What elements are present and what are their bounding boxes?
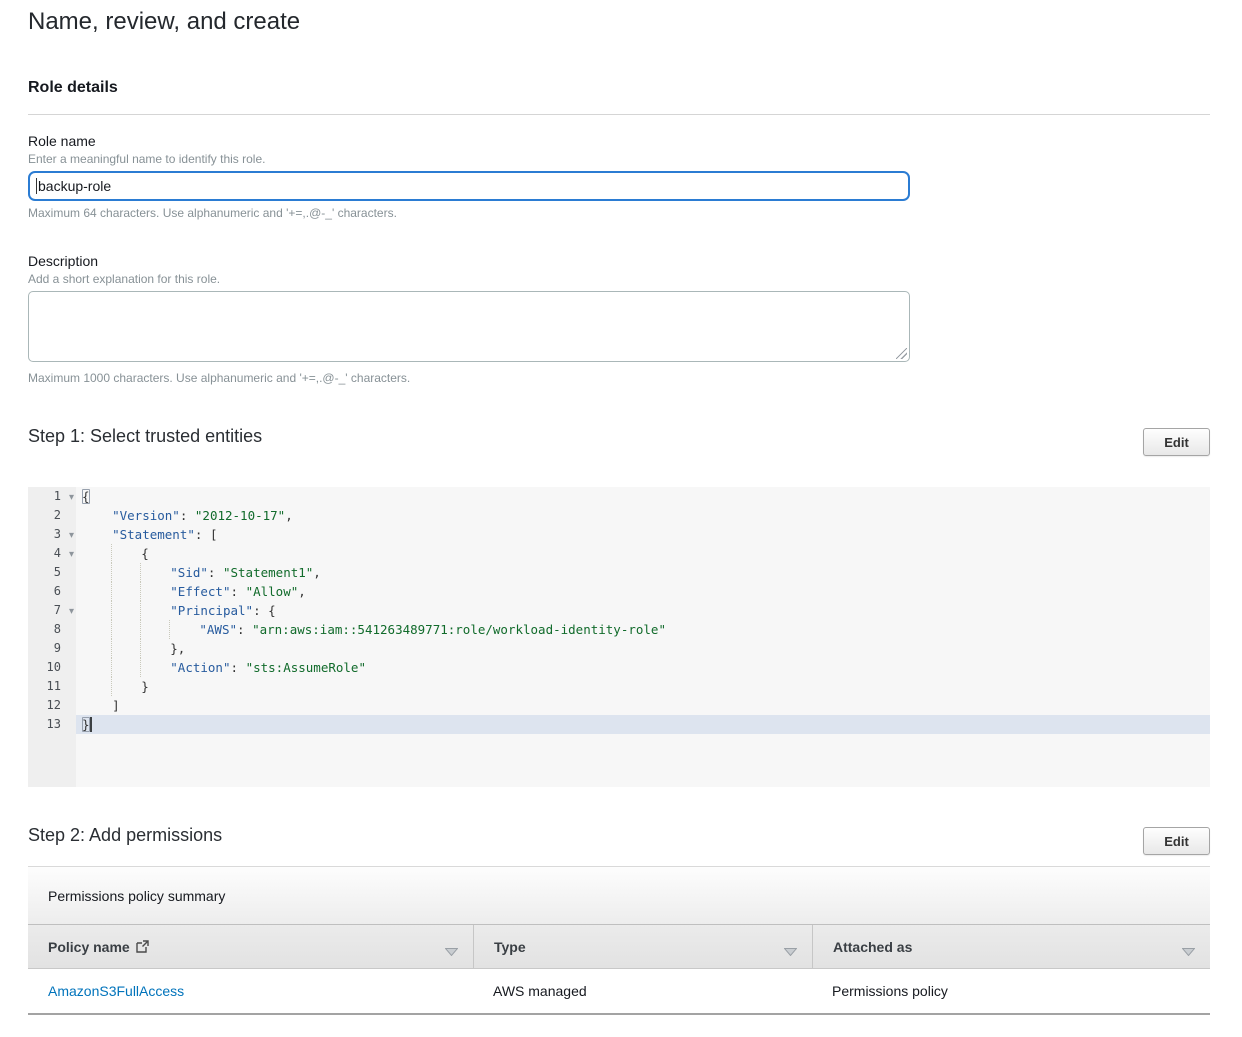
policy-name-cell: AmazonS3FullAccess	[28, 983, 473, 999]
gutter-line-number: 3	[28, 525, 76, 544]
gutter-line-number: 12	[28, 696, 76, 715]
policy-name-column-label: Policy name	[48, 939, 130, 955]
step2-heading: Step 2: Add permissions	[28, 825, 222, 846]
code-line[interactable]: "Version": "2012-10-17",	[76, 506, 1210, 525]
code-line[interactable]: "Action": "sts:AssumeRole"	[76, 658, 1210, 677]
trust-policy-editor[interactable]: 12345678910111213 { "Version": "2012-10-…	[28, 487, 1210, 787]
fold-toggle-icon[interactable]	[62, 601, 74, 620]
code-line[interactable]: "AWS": "arn:aws:iam::541263489771:role/w…	[76, 620, 1210, 639]
name-review-create-page: Name, review, and create Role details Ro…	[0, 0, 1242, 1037]
policy-table-header: Policy name Type Attached as	[28, 925, 1210, 969]
column-header-type[interactable]: Type	[473, 925, 812, 968]
code-line[interactable]: "Principal": {	[76, 601, 1210, 620]
code-line[interactable]: ]	[76, 696, 1210, 715]
role-name-input[interactable]	[28, 171, 910, 201]
description-help: Add a short explanation for this role.	[28, 272, 220, 286]
code-line[interactable]: "Effect": "Allow",	[76, 582, 1210, 601]
description-constraint: Maximum 1000 characters. Use alphanumeri…	[28, 371, 410, 385]
description-textarea[interactable]	[28, 291, 910, 362]
gutter-line-number: 8	[28, 620, 76, 639]
fold-toggle-icon[interactable]	[62, 544, 74, 563]
gutter-line-number: 13	[28, 715, 76, 734]
policy-table-row: AmazonS3FullAccess AWS managed Permissio…	[28, 969, 1210, 1013]
role-name-label: Role name	[28, 133, 96, 149]
gutter-line-number: 6	[28, 582, 76, 601]
type-column-label: Type	[494, 939, 526, 955]
code-line[interactable]: },	[76, 639, 1210, 658]
editor-caret	[90, 717, 92, 732]
attached-as-cell: Permissions policy	[812, 983, 1210, 999]
policy-link[interactable]: AmazonS3FullAccess	[48, 983, 184, 999]
gutter-line-number: 9	[28, 639, 76, 658]
gutter-line-number: 1	[28, 487, 76, 506]
permissions-panel-title: Permissions policy summary	[28, 867, 1210, 925]
gutter-line-number: 4	[28, 544, 76, 563]
step1-edit-button[interactable]: Edit	[1143, 428, 1210, 456]
code-line[interactable]: "Statement": [	[76, 525, 1210, 544]
fold-toggle-icon[interactable]	[62, 487, 74, 506]
editor-gutter: 12345678910111213	[28, 487, 76, 787]
gutter-line-number: 2	[28, 506, 76, 525]
step1-heading: Step 1: Select trusted entities	[28, 426, 262, 447]
gutter-line-number: 10	[28, 658, 76, 677]
code-line[interactable]: }	[76, 715, 1210, 734]
fold-toggle-icon[interactable]	[62, 525, 74, 544]
attached-as-column-label: Attached as	[833, 939, 912, 955]
column-header-policy-name[interactable]: Policy name	[28, 925, 473, 968]
code-line[interactable]: }	[76, 677, 1210, 696]
editor-code-area[interactable]: { "Version": "2012-10-17", "Statement": …	[76, 487, 1210, 787]
section-divider	[28, 114, 1210, 115]
step2-edit-button[interactable]: Edit	[1143, 827, 1210, 855]
gutter-line-number: 5	[28, 563, 76, 582]
code-line[interactable]: {	[76, 487, 1210, 506]
policy-type-cell: AWS managed	[473, 983, 812, 999]
role-name-help: Enter a meaningful name to identify this…	[28, 152, 265, 166]
role-name-field-wrap	[28, 171, 910, 201]
description-field-wrap	[28, 291, 910, 362]
filter-dropdown-icon[interactable]	[784, 943, 797, 951]
gutter-line-number: 11	[28, 677, 76, 696]
role-name-constraint: Maximum 64 characters. Use alphanumeric …	[28, 206, 397, 220]
filter-dropdown-icon[interactable]	[445, 943, 458, 951]
external-link-icon	[136, 940, 149, 953]
filter-dropdown-icon[interactable]	[1182, 943, 1195, 951]
code-line[interactable]: {	[76, 544, 1210, 563]
page-title: Name, review, and create	[28, 8, 300, 36]
permissions-summary-panel: Permissions policy summary Policy name T…	[28, 866, 1210, 1015]
code-line[interactable]: "Sid": "Statement1",	[76, 563, 1210, 582]
role-details-heading: Role details	[28, 79, 118, 97]
column-header-attached-as[interactable]: Attached as	[812, 925, 1210, 968]
gutter-line-number: 7	[28, 601, 76, 620]
description-label: Description	[28, 253, 98, 269]
